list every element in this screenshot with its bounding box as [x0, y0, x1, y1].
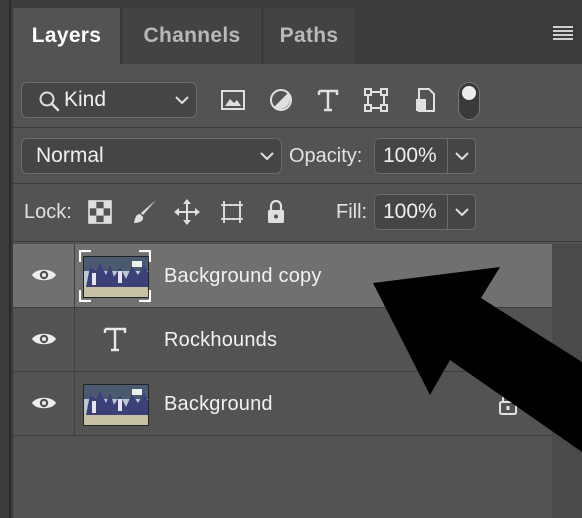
hamburger-icon[interactable]	[553, 26, 573, 40]
divider	[13, 183, 582, 184]
lock-position-icon[interactable]	[173, 198, 201, 226]
opacity-label: Opacity:	[289, 145, 363, 167]
chevron-down-icon	[260, 152, 274, 161]
eye-icon	[32, 269, 56, 281]
blend-mode-value: Normal	[36, 144, 104, 167]
layers-scroll-track[interactable]	[552, 244, 582, 518]
fill-dropdown-button[interactable]	[448, 194, 476, 230]
smart-object-filter-icon[interactable]	[411, 86, 439, 114]
opacity-input[interactable]: 100%	[374, 138, 448, 174]
tab-channels[interactable]: Channels	[121, 8, 262, 64]
lock-label: Lock:	[24, 201, 72, 223]
kind-filter-label: Kind	[64, 88, 107, 111]
fill-input[interactable]: 100%	[374, 194, 448, 230]
visibility-toggle[interactable]	[13, 372, 75, 435]
filter-toggle-switch[interactable]	[458, 82, 480, 120]
eye-icon	[32, 397, 56, 409]
panel-left-edge	[0, 0, 13, 518]
lock-icon[interactable]	[497, 392, 519, 416]
eye-icon	[32, 333, 56, 345]
divider	[13, 127, 582, 128]
chevron-down-icon	[455, 152, 469, 161]
type-layer-icon	[103, 327, 127, 352]
adjustment-layer-filter-icon[interactable]	[267, 86, 295, 114]
panel-tab-bar: Layers Channels Paths	[13, 0, 582, 64]
visibility-toggle[interactable]	[13, 308, 75, 371]
layer-row-rockhounds[interactable]: Rockhounds	[13, 308, 552, 372]
lock-all-icon[interactable]	[262, 198, 290, 226]
layer-row-background[interactable]: Background	[13, 372, 552, 436]
fill-label: Fill:	[336, 201, 368, 223]
opacity-dropdown-button[interactable]	[448, 138, 476, 174]
layer-name[interactable]: Background copy	[164, 244, 322, 308]
shape-layer-filter-icon[interactable]	[362, 86, 390, 114]
lock-image-pixels-icon[interactable]	[131, 198, 159, 226]
tab-layers[interactable]: Layers	[13, 8, 120, 64]
tab-paths[interactable]: Paths	[262, 8, 355, 64]
lock-transparent-pixels-icon[interactable]	[86, 198, 114, 226]
divider	[13, 241, 582, 242]
visibility-toggle[interactable]	[13, 244, 75, 307]
pixel-layer-filter-icon[interactable]	[219, 86, 247, 114]
layer-kind-filter-dropdown[interactable]: Kind	[21, 82, 197, 118]
empty-layers-area	[13, 436, 552, 518]
chevron-down-icon	[175, 96, 189, 105]
layer-name[interactable]: Rockhounds	[164, 308, 277, 372]
lock-artboard-icon[interactable]	[218, 198, 246, 226]
layer-name[interactable]: Background	[164, 372, 273, 436]
layer-thumbnail[interactable]	[83, 384, 149, 426]
search-icon	[39, 91, 60, 112]
type-layer-filter-icon[interactable]	[314, 86, 342, 114]
layer-row-background-copy[interactable]: Background copy	[13, 244, 552, 308]
blend-mode-dropdown[interactable]: Normal	[21, 138, 282, 174]
selection-frame-icon	[79, 250, 151, 302]
layers-list: Background copy Rockhounds Background	[13, 244, 582, 518]
chevron-down-icon	[455, 208, 469, 217]
